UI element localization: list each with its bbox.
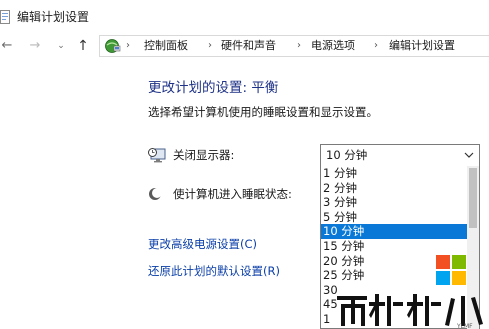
- breadcrumb-separator: ›: [297, 40, 301, 51]
- moon-icon: [149, 188, 162, 200]
- forward-button[interactable]: →: [27, 37, 43, 55]
- svg-text:YLMF: YLMF: [456, 323, 473, 329]
- breadcrumb-control-panel[interactable]: 控制面板: [144, 39, 188, 53]
- windows-logo-icon: [436, 255, 466, 285]
- watermark-logo: YLMF: [337, 294, 483, 329]
- dropdown-option-selected[interactable]: 10 分钟: [321, 224, 467, 239]
- up-button[interactable]: ↑: [75, 37, 91, 55]
- breadcrumb-power-options[interactable]: 电源选项: [311, 39, 355, 53]
- dropdown-option[interactable]: 3 分钟: [321, 195, 467, 210]
- breadcrumb-edit-plan[interactable]: 编辑计划设置: [389, 39, 455, 53]
- advanced-power-settings-link[interactable]: 更改高级电源设置(C): [148, 237, 257, 252]
- chevron-down-icon[interactable]: [464, 151, 474, 159]
- sleep-label: 使计算机进入睡眠状态:: [173, 187, 292, 201]
- monitor-clock-icon: [148, 148, 166, 163]
- dropdown-option[interactable]: 5 分钟: [321, 210, 467, 225]
- dropdown-option[interactable]: 15 分钟: [321, 239, 467, 254]
- display-off-value[interactable]: 10 分钟: [326, 148, 367, 163]
- dropdown-option[interactable]: 2 分钟: [321, 181, 467, 196]
- display-off-label: 关闭显示器:: [173, 148, 235, 162]
- breadcrumb-separator: ›: [208, 40, 212, 51]
- restore-defaults-link[interactable]: 还原此计划的默认设置(R): [148, 264, 280, 279]
- recent-locations-button[interactable]: ⌄: [55, 37, 67, 55]
- back-button[interactable]: ←: [0, 37, 14, 55]
- window-title: 编辑计划设置: [17, 10, 90, 24]
- breadcrumb-separator: ›: [374, 40, 378, 51]
- dropdown-option[interactable]: 1 分钟: [321, 166, 467, 181]
- document-icon: [0, 10, 10, 24]
- page-description: 选择希望计算机使用的睡眠设置和显示设置。: [148, 105, 378, 119]
- page-title: 更改计划的设置: 平衡: [148, 80, 279, 96]
- breadcrumb-hardware-sound[interactable]: 硬件和声音: [221, 39, 276, 53]
- breadcrumb-separator: ›: [126, 40, 130, 51]
- control-panel-icon: [105, 39, 121, 53]
- dropdown-scroll-thumb[interactable]: [469, 168, 477, 228]
